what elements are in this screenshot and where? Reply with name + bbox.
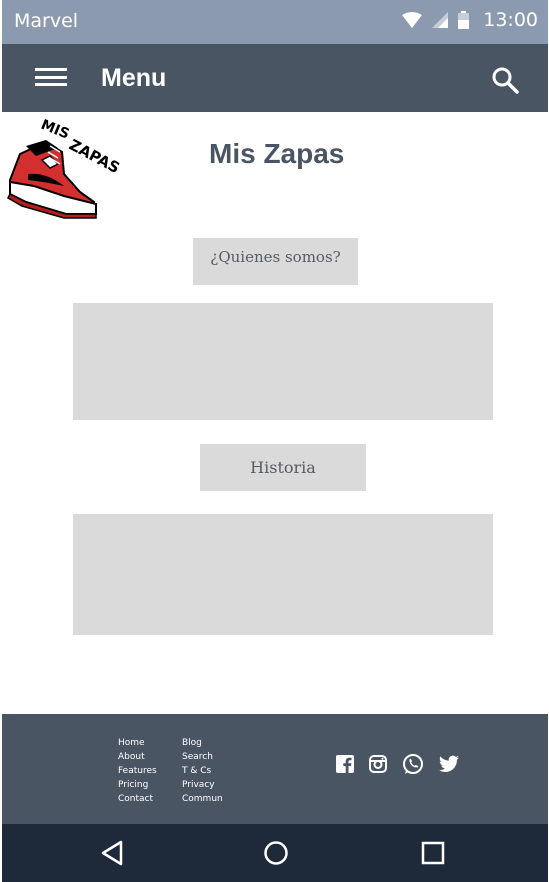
footer-links-secondary: Blog Search T & Cs Privacy Commun	[182, 736, 223, 806]
footer-link-pricing[interactable]: Pricing	[118, 778, 157, 792]
system-nav-bar	[2, 824, 548, 882]
clock: 13:00	[483, 9, 538, 31]
footer: Home About Features Pricing Contact Blog…	[2, 714, 548, 824]
menu-icon[interactable]	[35, 68, 67, 86]
whatsapp-icon[interactable]	[402, 753, 424, 780]
history-content-placeholder	[73, 514, 493, 635]
about-us-button[interactable]: ¿Quienes somos?	[193, 238, 358, 285]
instagram-icon[interactable]	[369, 755, 387, 778]
app-bar-title: Menu	[101, 64, 167, 92]
footer-link-search[interactable]: Search	[182, 750, 223, 764]
recent-apps-icon[interactable]	[421, 840, 445, 866]
status-bar: Marvel 13:00	[2, 0, 548, 44]
page-title: Mis Zapas	[209, 138, 345, 169]
back-icon[interactable]	[100, 840, 124, 866]
footer-link-community[interactable]: Commun	[182, 792, 223, 806]
footer-link-blog[interactable]: Blog	[182, 736, 223, 750]
app-bar: Menu	[2, 44, 548, 112]
signal-icon	[432, 12, 449, 28]
about-content-placeholder	[73, 303, 493, 420]
footer-link-home[interactable]: Home	[118, 736, 157, 750]
status-icons: 13:00	[402, 9, 538, 31]
battery-icon	[458, 11, 470, 29]
footer-link-about[interactable]: About	[118, 750, 157, 764]
search-icon[interactable]	[490, 65, 520, 95]
app-screen: Marvel 13:00 Menu MIS ZAPAS Mis Zapas ¿Q…	[0, 0, 549, 882]
social-links	[336, 753, 474, 780]
home-icon[interactable]	[263, 840, 289, 866]
facebook-icon[interactable]	[336, 755, 354, 778]
footer-links-primary: Home About Features Pricing Contact	[118, 736, 157, 806]
twitter-icon[interactable]	[439, 755, 459, 778]
svg-text:MIS: MIS	[39, 117, 72, 143]
footer-link-features[interactable]: Features	[118, 764, 157, 778]
footer-link-privacy[interactable]: Privacy	[182, 778, 223, 792]
brand-logo: MIS ZAPAS	[7, 117, 123, 219]
history-button[interactable]: Historia	[200, 444, 366, 491]
footer-link-contact[interactable]: Contact	[118, 792, 157, 806]
svg-text:ZAPAS: ZAPAS	[66, 136, 123, 177]
wifi-icon	[402, 12, 423, 28]
footer-link-terms[interactable]: T & Cs	[182, 764, 223, 778]
carrier-label: Marvel	[14, 10, 79, 32]
